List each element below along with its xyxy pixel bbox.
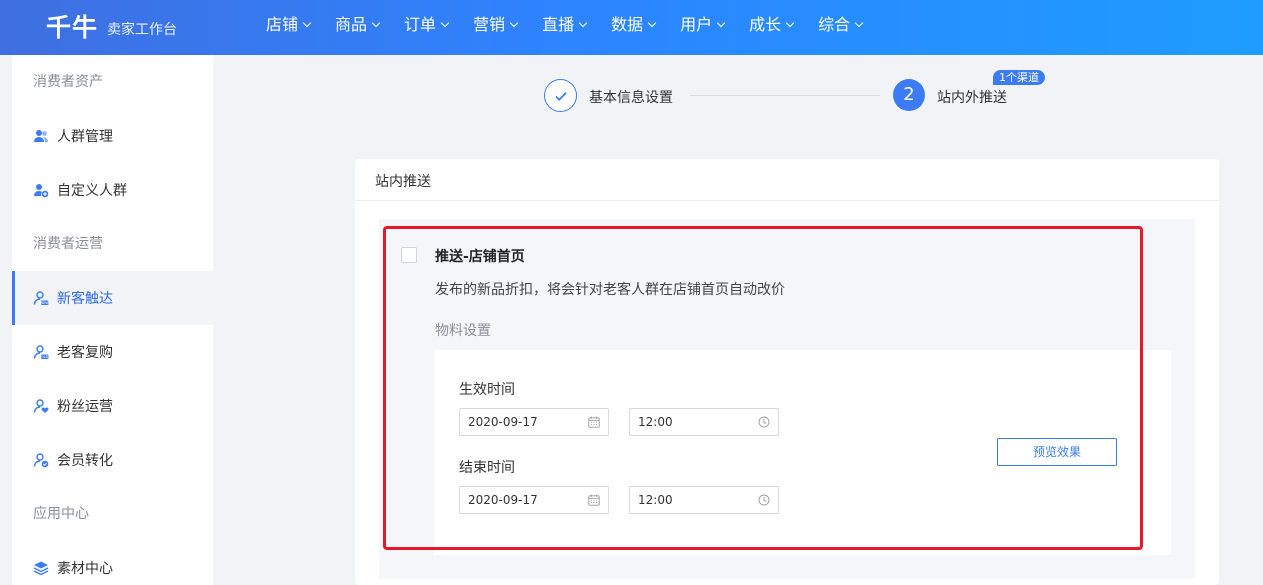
step1-complete-indicator xyxy=(544,79,577,112)
start-date-picker[interactable]: 2020-09-17 xyxy=(459,408,609,436)
nav-item-data[interactable]: 数据 xyxy=(611,0,657,55)
card-title: 站内推送 xyxy=(375,174,431,190)
nav-label: 商品 xyxy=(335,15,368,34)
sidebar-item-label: 自定义人群 xyxy=(57,183,127,199)
user-heart-icon xyxy=(33,398,49,414)
sidebar-item-member-conversion[interactable]: 会员转化 xyxy=(12,433,213,487)
start-date-value: 2020-09-17 xyxy=(468,415,538,429)
nav-item-live[interactable]: 直播 xyxy=(542,0,588,55)
start-time-picker[interactable]: 12:00 xyxy=(629,408,779,436)
sidebar-item-label: 会员转化 xyxy=(57,453,113,469)
nav-label: 用户 xyxy=(680,15,713,34)
chevron-down-icon xyxy=(716,18,726,28)
chevron-down-icon xyxy=(578,18,588,28)
push-option-description: 发布的新品折扣，将会针对老客人群在店铺首页自动改价 xyxy=(435,282,785,298)
sidebar-item-material-center[interactable]: 素材中心 xyxy=(12,541,213,585)
step1-label[interactable]: 基本信息设置 xyxy=(589,87,673,107)
nav-item-users[interactable]: 用户 xyxy=(680,0,726,55)
end-time-picker[interactable]: 12:00 xyxy=(629,486,779,514)
nav-item-orders[interactable]: 订单 xyxy=(404,0,450,55)
nav-label: 店铺 xyxy=(266,15,299,34)
end-date-picker[interactable]: 2020-09-17 xyxy=(459,486,609,514)
calendar-icon xyxy=(588,416,600,428)
material-settings-label: 物料设置 xyxy=(435,323,491,339)
chevron-down-icon xyxy=(785,18,795,28)
nav-label: 营销 xyxy=(473,15,506,34)
sidebar-item-people-management[interactable]: 人群管理 xyxy=(12,109,213,163)
app-logo[interactable]: 千牛 xyxy=(46,8,98,44)
chevron-down-icon xyxy=(647,18,657,28)
sidebar-item-new-customer[interactable]: NEW 新客触达 xyxy=(12,271,213,325)
preview-effect-button[interactable]: 预览效果 xyxy=(997,438,1117,466)
nav-item-marketing[interactable]: 营销 xyxy=(473,0,519,55)
layers-icon xyxy=(33,560,49,576)
step-connector xyxy=(690,95,880,96)
sidebar-section-app-center: 应用中心 xyxy=(33,506,89,522)
user-add-icon xyxy=(33,182,49,198)
channel-count-badge: 1个渠道 xyxy=(993,70,1045,85)
check-icon xyxy=(554,91,567,101)
nav-label: 订单 xyxy=(404,15,437,34)
push-store-home-checkbox[interactable] xyxy=(401,247,417,263)
push-option-title: 推送-店铺首页 xyxy=(435,249,525,265)
sidebar-section-consumer-assets: 消费者资产 xyxy=(33,74,103,90)
nav-item-store[interactable]: 店铺 xyxy=(266,0,312,55)
sidebar-item-label: 新客触达 xyxy=(57,291,113,307)
user-check-icon xyxy=(33,452,49,468)
step2-indicator: 2 xyxy=(893,79,925,111)
chevron-down-icon xyxy=(854,18,864,28)
sidebar-item-fans[interactable]: 粉丝运营 xyxy=(12,379,213,433)
sidebar-item-label: 人群管理 xyxy=(57,129,113,145)
svg-text:OLD: OLD xyxy=(41,355,49,359)
clock-icon xyxy=(758,416,770,428)
sidebar-item-custom-people[interactable]: 自定义人群 xyxy=(12,163,213,217)
step2-label: 站内外推送 xyxy=(937,90,1007,106)
user-new-icon: NEW xyxy=(33,290,49,306)
top-navigation-bar: 千牛 卖家工作台 店铺 商品 订单 营销 直播 数据 用户 成长 综合 xyxy=(0,0,1263,55)
end-time-label: 结束时间 xyxy=(459,460,515,476)
users-icon xyxy=(33,128,49,144)
main-nav: 店铺 商品 订单 营销 直播 数据 用户 成长 综合 xyxy=(266,0,887,55)
sidebar-section-consumer-ops: 消费者运营 xyxy=(33,236,103,252)
nav-item-products[interactable]: 商品 xyxy=(335,0,381,55)
start-time-label: 生效时间 xyxy=(459,382,515,398)
divider xyxy=(355,200,1219,201)
sidebar-item-repeat-purchase[interactable]: OLD 老客复购 xyxy=(12,325,213,379)
sidebar-item-label: 粉丝运营 xyxy=(57,399,113,415)
chevron-down-icon xyxy=(302,18,312,28)
end-time-value: 12:00 xyxy=(638,493,673,507)
chevron-down-icon xyxy=(509,18,519,28)
end-date-value: 2020-09-17 xyxy=(468,493,538,507)
sidebar: 消费者资产 人群管理 自定义人群 消费者运营 NEW 新客触达 OLD 老客复购… xyxy=(12,55,213,585)
nav-item-growth[interactable]: 成长 xyxy=(749,0,795,55)
nav-item-general[interactable]: 综合 xyxy=(818,0,864,55)
sidebar-item-label: 老客复购 xyxy=(57,345,113,361)
clock-icon xyxy=(758,494,770,506)
chevron-down-icon xyxy=(371,18,381,28)
chevron-down-icon xyxy=(440,18,450,28)
nav-label: 直播 xyxy=(542,15,575,34)
nav-label: 数据 xyxy=(611,15,644,34)
nav-label: 综合 xyxy=(818,15,851,34)
user-old-icon: OLD xyxy=(33,344,49,360)
nav-label: 成长 xyxy=(749,15,782,34)
start-time-value: 12:00 xyxy=(638,415,673,429)
calendar-icon xyxy=(588,494,600,506)
sidebar-item-label: 素材中心 xyxy=(57,561,113,577)
svg-text:NEW: NEW xyxy=(41,301,49,305)
app-subtitle: 卖家工作台 xyxy=(107,22,177,38)
